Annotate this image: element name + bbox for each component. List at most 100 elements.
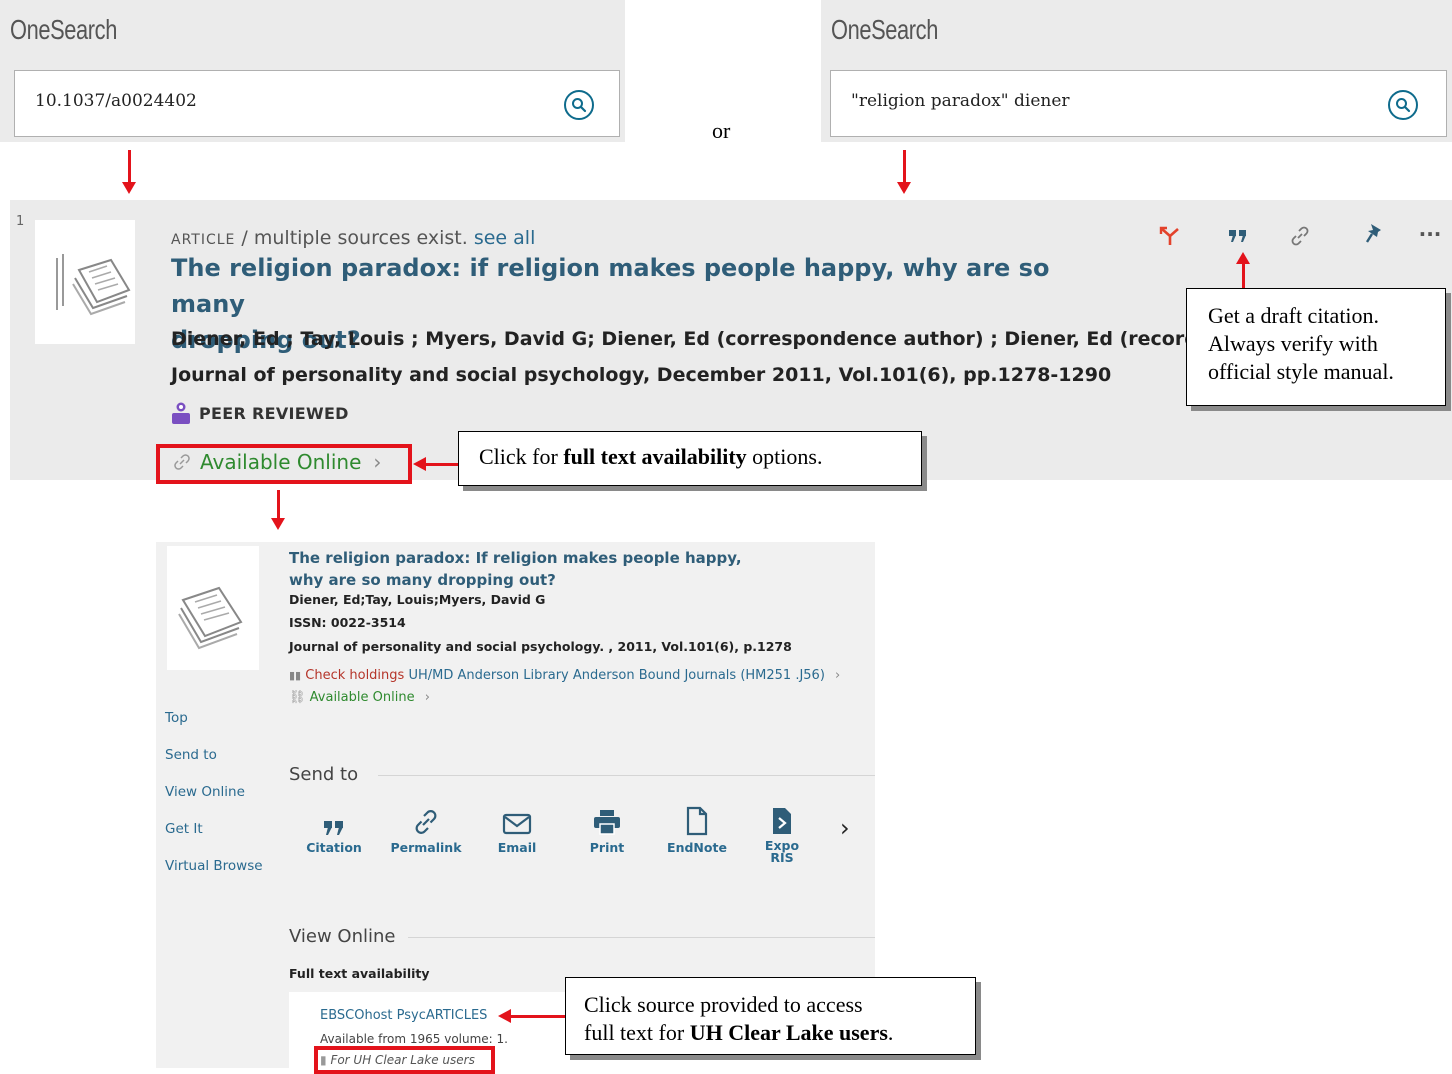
search-panel-right: OneSearch "religion paradox" diener [821, 0, 1452, 142]
peer-reviewed-label: PEER REVIEWED [199, 403, 349, 423]
holdings-location: UH/MD Anderson Library Anderson Bound Jo… [404, 668, 825, 683]
search-button[interactable] [564, 90, 594, 120]
link-icon: ⛓ [289, 690, 306, 705]
send-item-label: Permalink [390, 840, 462, 855]
arrow-up [1236, 252, 1250, 289]
email-icon [502, 813, 532, 835]
source-callout: Click source provided to access full tex… [565, 977, 976, 1055]
divider [378, 775, 875, 776]
send-citation-button[interactable]: Citation [302, 806, 366, 855]
send-print-button[interactable]: Print [576, 806, 638, 855]
citation-trails-icon[interactable] [1156, 224, 1184, 248]
divider [408, 937, 875, 938]
pin-icon[interactable] [1360, 220, 1388, 248]
send-item-label: RIS [770, 850, 794, 865]
available-online-label: Available Online [309, 690, 415, 705]
coverage-note: Available from 1965 volume: 1. [320, 1032, 508, 1046]
resource-type: ARTICLE [171, 232, 236, 248]
callout-text: full text for [584, 1020, 690, 1045]
export-ris-icon [773, 808, 791, 834]
side-nav-virtual-browse[interactable]: Virtual Browse [165, 858, 263, 895]
send-email-button[interactable]: Email [486, 806, 548, 855]
document-thumbnail [35, 220, 135, 344]
see-all-link[interactable]: see all [474, 227, 536, 249]
search-panel-left: OneSearch 10.1037/a0024402 [0, 0, 625, 142]
search-input[interactable]: 10.1037/a0024402 [14, 70, 620, 137]
brand-logo: OneSearch [10, 14, 117, 45]
full-text-availability-label: Full text availability [289, 966, 430, 981]
callout-text: official style manual. [1208, 359, 1394, 384]
record-title-line: The religion paradox: If religion makes … [289, 549, 742, 567]
callout-text: Always verify with [1208, 331, 1378, 356]
record-authors: Diener, Ed;Tay, Louis;Myers, David G [289, 592, 546, 607]
arrow-left [413, 457, 460, 471]
side-nav: Top Send to View Online Get It Virtual B… [165, 710, 263, 895]
full-text-source-link[interactable]: EBSCOhost PsycARTICLES [320, 1008, 487, 1023]
more-icon[interactable]: ··· [1416, 222, 1444, 246]
send-item-label: Print [589, 840, 625, 855]
side-nav-view-online[interactable]: View Online [165, 784, 263, 821]
result-journal: Journal of personality and social psycho… [171, 364, 1112, 386]
callout-text: . [887, 1020, 894, 1045]
highlight-box [156, 444, 412, 484]
result-number: 1 [16, 214, 25, 229]
send-endnote-button[interactable]: EndNote [664, 806, 730, 855]
arrow-down [122, 150, 136, 194]
arrow-left [498, 1009, 565, 1023]
arrow-down [271, 490, 285, 530]
side-nav-get-it[interactable]: Get It [165, 821, 263, 858]
search-input[interactable]: "religion paradox" diener [830, 70, 1447, 137]
callout-text: Get a draft citation. [1208, 303, 1380, 328]
print-icon [594, 810, 620, 835]
peer-reviewed-icon [172, 402, 190, 424]
or-separator: or [712, 118, 731, 143]
search-button[interactable] [1388, 90, 1418, 120]
record-title[interactable]: The religion paradox: If religion makes … [289, 547, 742, 591]
book-icon: ▮▮ [289, 669, 302, 682]
highlight-box [314, 1046, 495, 1074]
chevron-right-icon: › [424, 690, 430, 705]
record-title-line: why are so many dropping out? [289, 571, 556, 589]
send-permalink-button[interactable]: Permalink [390, 806, 462, 855]
resource-type-line: ARTICLE / multiple sources exist. see al… [171, 227, 535, 249]
available-online-link[interactable]: ⛓ Available Online › [289, 690, 430, 705]
document-icon [686, 806, 708, 836]
search-icon [1396, 98, 1411, 113]
send-item-label: Citation [306, 840, 362, 855]
arrow-down [897, 150, 911, 194]
chevron-right-icon[interactable]: › [840, 814, 850, 842]
link-icon [415, 810, 437, 834]
search-icon [572, 98, 587, 113]
quote-icon[interactable] [1224, 224, 1252, 248]
result-title-line: The religion paradox: if religion makes … [171, 254, 1050, 318]
send-item-label: EndNote [667, 840, 727, 855]
record-journal: Journal of personality and social psycho… [289, 639, 792, 654]
send-item-label: Email [497, 840, 537, 855]
source-note: / multiple sources exist. [235, 227, 474, 249]
permalink-icon[interactable] [1286, 222, 1314, 250]
side-nav-top[interactable]: Top [165, 710, 263, 747]
check-holdings-link[interactable]: ▮▮ Check holdings UH/MD Anderson Library… [289, 668, 840, 683]
callout-text-bold: full text availability [563, 444, 747, 469]
callout-text: Click for [479, 444, 564, 469]
citation-callout: Get a draft citation. Always verify with… [1186, 288, 1446, 406]
availability-callout: Click for full text availability options… [458, 431, 922, 486]
chevron-right-icon: › [835, 668, 841, 683]
peer-reviewed-badge: PEER REVIEWED [171, 402, 349, 424]
send-export-ris-button[interactable]: Expo RIS [760, 806, 804, 864]
callout-text: options. [746, 444, 823, 469]
document-stack-icon [56, 254, 131, 316]
search-query: 10.1037/a0024402 [35, 91, 197, 111]
document-thumbnail [167, 546, 259, 670]
callout-text-bold: UH Clear Lake users [689, 1020, 888, 1045]
view-online-heading: View Online [289, 926, 396, 947]
result-authors: Diener, Ed ; Tay, Louis ; Myers, David G… [171, 328, 1249, 350]
quote-icon [324, 821, 343, 835]
side-nav-send-to[interactable]: Send to [165, 747, 263, 784]
document-icon [178, 586, 243, 650]
send-to-heading: Send to [289, 764, 359, 785]
check-holdings-label: Check holdings [305, 668, 405, 683]
brand-logo: OneSearch [831, 14, 938, 45]
callout-text: Click source provided to access [584, 992, 863, 1017]
record-issn: ISSN: 0022-3514 [289, 615, 406, 630]
